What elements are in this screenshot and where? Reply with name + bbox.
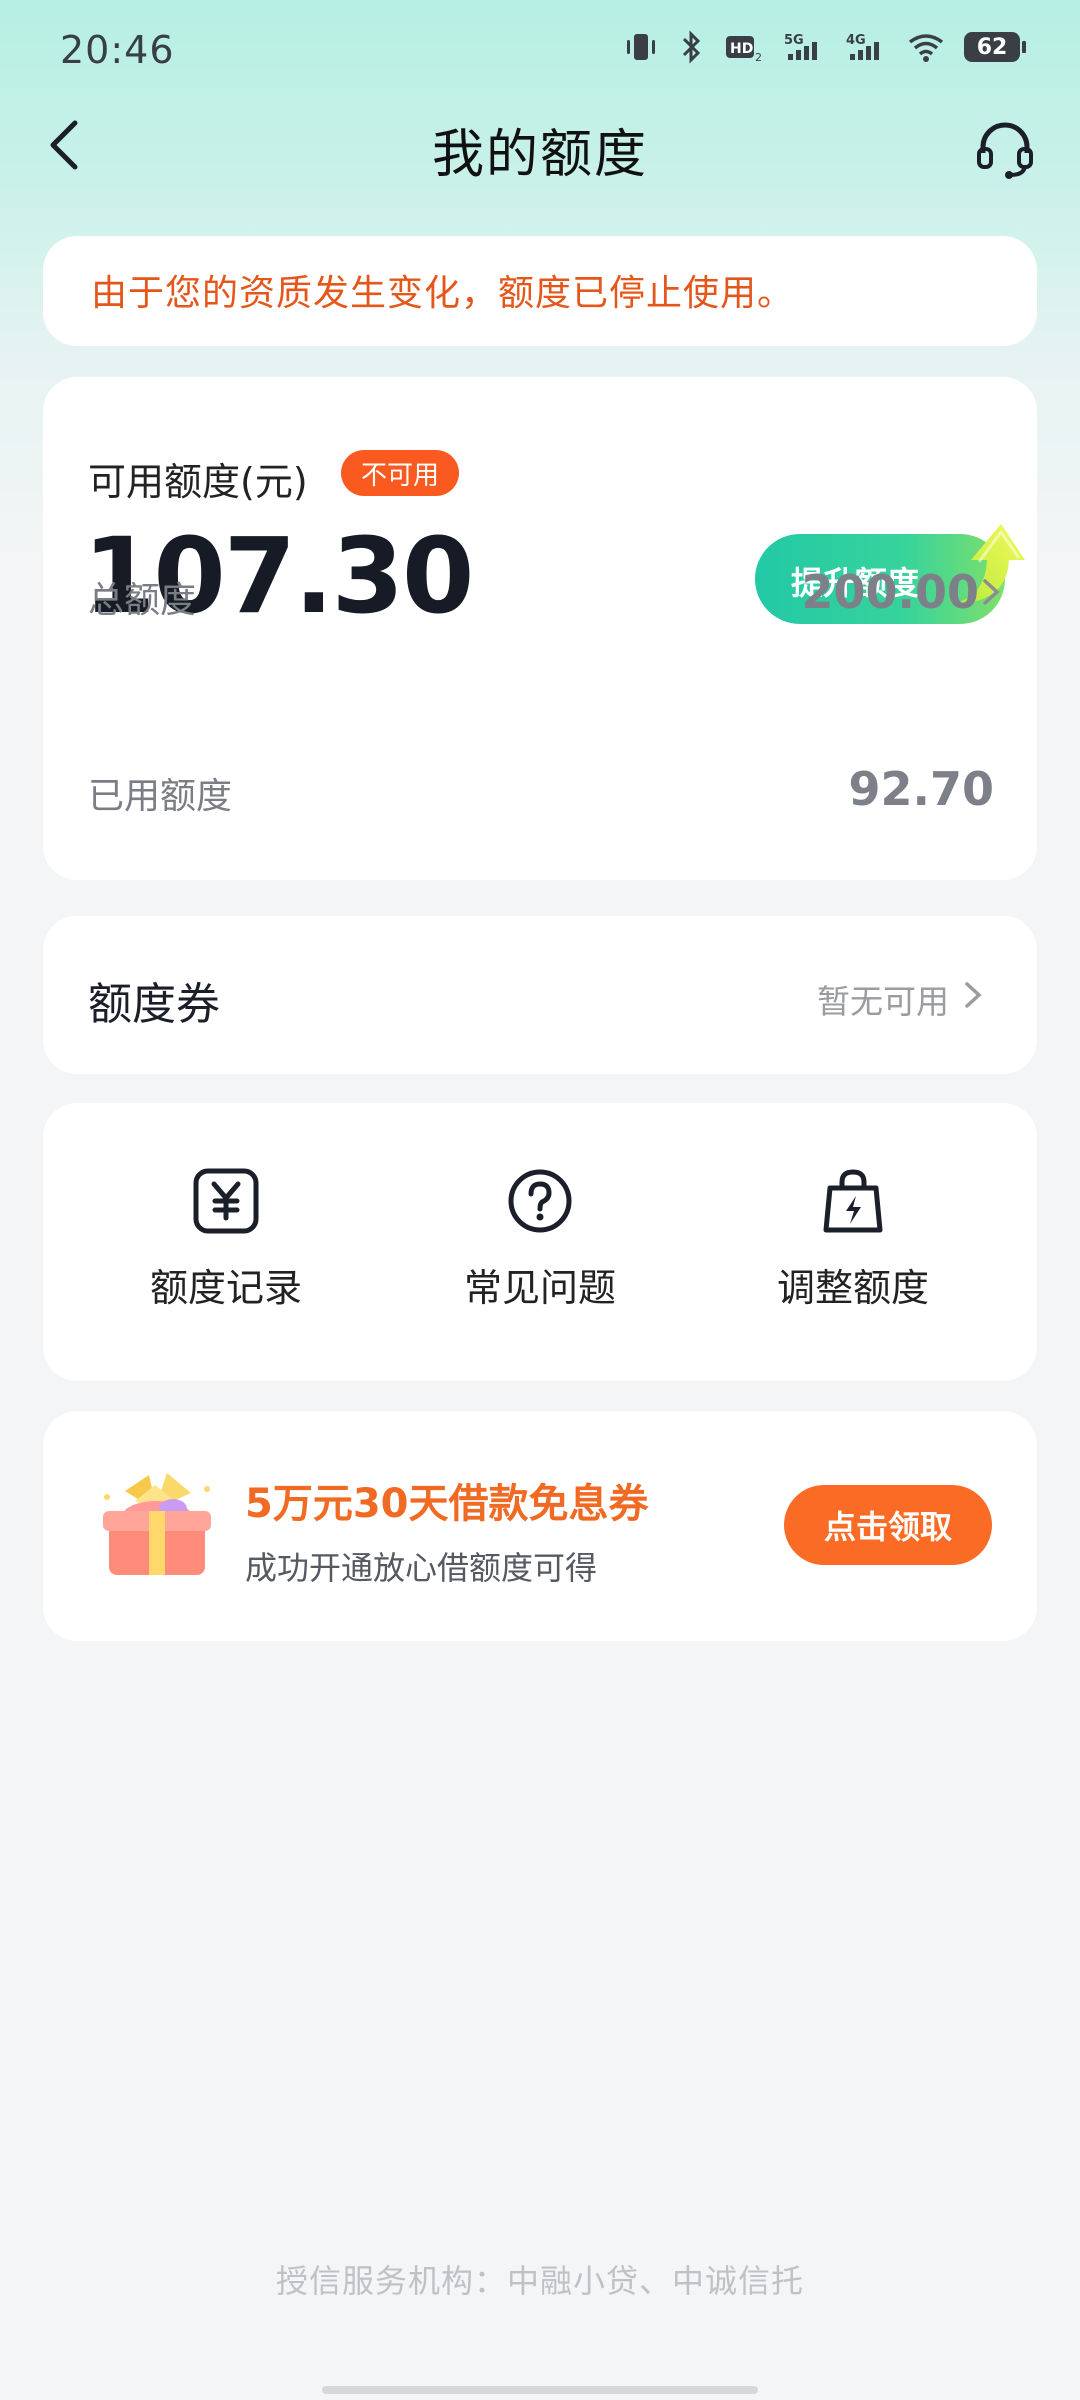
- used-quota-label: 已用额度: [88, 776, 233, 817]
- customer-service-button[interactable]: [970, 114, 1040, 184]
- used-quota-value: 92.70: [848, 762, 994, 816]
- chevron-right-icon[interactable]: [979, 575, 1003, 609]
- tool-label: 额度记录: [149, 1266, 302, 1310]
- status-badge: 不可用: [341, 450, 460, 496]
- footer-credit-institutions: 授信服务机构：中融小贷、中诚信托: [275, 2262, 804, 2300]
- available-quota-label: 可用额度(元): [88, 460, 308, 504]
- tool-quota-records[interactable]: 额度记录: [96, 1163, 356, 1312]
- lightning-bag-icon: [815, 1163, 891, 1239]
- home-indicator[interactable]: [322, 2386, 758, 2394]
- claim-button[interactable]: 点击领取: [784, 1485, 992, 1565]
- battery-icon: 62: [964, 32, 1026, 62]
- svg-text:2: 2: [755, 51, 762, 64]
- tool-faq[interactable]: 常见问题: [410, 1163, 670, 1312]
- nav-bar: 我的额度: [0, 100, 1080, 190]
- notice-banner: 由于您的资质发生变化，额度已停止使用。: [43, 236, 1037, 346]
- status-bar: 20:46 HD 2 5G 4G 62: [0, 0, 1080, 110]
- svg-text:5G: 5G: [784, 33, 804, 48]
- bluetooth-icon: [676, 30, 706, 64]
- promo-card: 5万元30天借款免息券 成功开通放心借额度可得 点击领取: [43, 1411, 1037, 1641]
- tool-adjust-quota[interactable]: 调整额度: [723, 1163, 983, 1312]
- wifi-icon: [906, 30, 946, 64]
- total-quota-label: 总额度: [88, 580, 197, 621]
- tool-label: 常见问题: [463, 1266, 616, 1310]
- quota-voucher-row[interactable]: 额度券 暂无可用: [43, 916, 1037, 1074]
- voucher-status: 暂无可用: [817, 982, 949, 1021]
- vibrate-icon: [624, 30, 658, 64]
- notice-text: 由于您的资质发生变化，额度已停止使用。: [91, 273, 795, 314]
- question-circle-icon: [502, 1163, 578, 1239]
- promo-title: 5万元30天借款免息券: [245, 1481, 649, 1527]
- yuan-receipt-icon: [188, 1163, 264, 1239]
- svg-text:HD: HD: [730, 41, 753, 57]
- chevron-right-icon: [965, 982, 982, 1008]
- hd-icon: HD 2: [724, 30, 764, 64]
- tools-grid: 额度记录 常见问题 调整额度: [43, 1103, 1037, 1381]
- svg-text:4G: 4G: [846, 33, 866, 48]
- signal-4g-icon: 4G: [844, 30, 888, 64]
- signal-5g-icon: 5G: [782, 30, 826, 64]
- status-icons: HD 2 5G 4G 62: [624, 30, 1026, 64]
- page-title: 我的额度: [431, 125, 648, 185]
- status-time: 20:46: [60, 28, 175, 72]
- promo-subtitle: 成功开通放心借额度可得: [245, 1549, 598, 1587]
- tool-label: 调整额度: [776, 1266, 929, 1310]
- voucher-title: 额度券: [88, 979, 220, 1030]
- total-quota-value[interactable]: 200.00: [801, 565, 979, 619]
- gift-box-icon: [103, 1473, 211, 1575]
- quota-card: 可用额度(元) 不可用 107.30 提升额度 总额度 200.00 已用额度 …: [43, 377, 1037, 880]
- headset-icon: [977, 122, 1033, 179]
